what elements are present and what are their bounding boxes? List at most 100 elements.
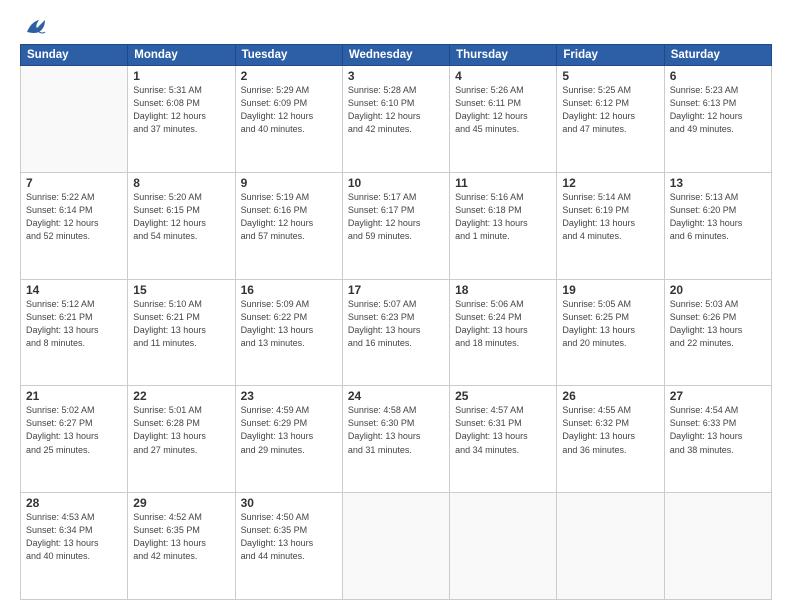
day-number: 4 <box>455 69 551 83</box>
day-number: 13 <box>670 176 766 190</box>
weekday-header-saturday: Saturday <box>664 45 771 66</box>
day-info: Sunrise: 5:20 AMSunset: 6:15 PMDaylight:… <box>133 191 229 243</box>
day-number: 8 <box>133 176 229 190</box>
day-cell: 15Sunrise: 5:10 AMSunset: 6:21 PMDayligh… <box>128 279 235 386</box>
day-info: Sunrise: 5:09 AMSunset: 6:22 PMDaylight:… <box>241 298 337 350</box>
day-info: Sunrise: 5:05 AMSunset: 6:25 PMDaylight:… <box>562 298 658 350</box>
day-cell: 10Sunrise: 5:17 AMSunset: 6:17 PMDayligh… <box>342 172 449 279</box>
day-cell <box>342 493 449 600</box>
day-cell: 29Sunrise: 4:52 AMSunset: 6:35 PMDayligh… <box>128 493 235 600</box>
week-row-2: 14Sunrise: 5:12 AMSunset: 6:21 PMDayligh… <box>21 279 772 386</box>
day-number: 2 <box>241 69 337 83</box>
day-info: Sunrise: 4:50 AMSunset: 6:35 PMDaylight:… <box>241 511 337 563</box>
day-cell: 9Sunrise: 5:19 AMSunset: 6:16 PMDaylight… <box>235 172 342 279</box>
day-info: Sunrise: 5:01 AMSunset: 6:28 PMDaylight:… <box>133 404 229 456</box>
day-number: 18 <box>455 283 551 297</box>
logo-bird-icon <box>25 18 47 36</box>
day-number: 12 <box>562 176 658 190</box>
day-number: 7 <box>26 176 122 190</box>
day-number: 5 <box>562 69 658 83</box>
day-info: Sunrise: 5:14 AMSunset: 6:19 PMDaylight:… <box>562 191 658 243</box>
day-info: Sunrise: 5:10 AMSunset: 6:21 PMDaylight:… <box>133 298 229 350</box>
week-row-0: 1Sunrise: 5:31 AMSunset: 6:08 PMDaylight… <box>21 66 772 173</box>
day-cell: 27Sunrise: 4:54 AMSunset: 6:33 PMDayligh… <box>664 386 771 493</box>
day-number: 17 <box>348 283 444 297</box>
weekday-header-thursday: Thursday <box>450 45 557 66</box>
weekday-header-wednesday: Wednesday <box>342 45 449 66</box>
day-info: Sunrise: 4:59 AMSunset: 6:29 PMDaylight:… <box>241 404 337 456</box>
day-cell: 30Sunrise: 4:50 AMSunset: 6:35 PMDayligh… <box>235 493 342 600</box>
day-info: Sunrise: 5:16 AMSunset: 6:18 PMDaylight:… <box>455 191 551 243</box>
day-number: 23 <box>241 389 337 403</box>
day-number: 24 <box>348 389 444 403</box>
day-number: 14 <box>26 283 122 297</box>
logo-text <box>20 18 47 36</box>
day-info: Sunrise: 5:12 AMSunset: 6:21 PMDaylight:… <box>26 298 122 350</box>
day-info: Sunrise: 4:57 AMSunset: 6:31 PMDaylight:… <box>455 404 551 456</box>
day-info: Sunrise: 5:22 AMSunset: 6:14 PMDaylight:… <box>26 191 122 243</box>
week-row-1: 7Sunrise: 5:22 AMSunset: 6:14 PMDaylight… <box>21 172 772 279</box>
day-info: Sunrise: 4:55 AMSunset: 6:32 PMDaylight:… <box>562 404 658 456</box>
day-info: Sunrise: 5:07 AMSunset: 6:23 PMDaylight:… <box>348 298 444 350</box>
day-number: 16 <box>241 283 337 297</box>
weekday-header-sunday: Sunday <box>21 45 128 66</box>
weekday-header-tuesday: Tuesday <box>235 45 342 66</box>
day-cell: 3Sunrise: 5:28 AMSunset: 6:10 PMDaylight… <box>342 66 449 173</box>
day-number: 15 <box>133 283 229 297</box>
day-number: 21 <box>26 389 122 403</box>
logo <box>20 18 47 36</box>
day-cell: 22Sunrise: 5:01 AMSunset: 6:28 PMDayligh… <box>128 386 235 493</box>
day-info: Sunrise: 5:23 AMSunset: 6:13 PMDaylight:… <box>670 84 766 136</box>
day-number: 6 <box>670 69 766 83</box>
week-row-3: 21Sunrise: 5:02 AMSunset: 6:27 PMDayligh… <box>21 386 772 493</box>
day-number: 10 <box>348 176 444 190</box>
day-cell: 1Sunrise: 5:31 AMSunset: 6:08 PMDaylight… <box>128 66 235 173</box>
day-info: Sunrise: 5:02 AMSunset: 6:27 PMDaylight:… <box>26 404 122 456</box>
day-info: Sunrise: 5:31 AMSunset: 6:08 PMDaylight:… <box>133 84 229 136</box>
day-info: Sunrise: 5:25 AMSunset: 6:12 PMDaylight:… <box>562 84 658 136</box>
day-cell: 26Sunrise: 4:55 AMSunset: 6:32 PMDayligh… <box>557 386 664 493</box>
day-info: Sunrise: 5:28 AMSunset: 6:10 PMDaylight:… <box>348 84 444 136</box>
day-cell: 13Sunrise: 5:13 AMSunset: 6:20 PMDayligh… <box>664 172 771 279</box>
day-info: Sunrise: 4:52 AMSunset: 6:35 PMDaylight:… <box>133 511 229 563</box>
day-number: 29 <box>133 496 229 510</box>
day-info: Sunrise: 4:58 AMSunset: 6:30 PMDaylight:… <box>348 404 444 456</box>
weekday-header-friday: Friday <box>557 45 664 66</box>
week-row-4: 28Sunrise: 4:53 AMSunset: 6:34 PMDayligh… <box>21 493 772 600</box>
day-cell: 12Sunrise: 5:14 AMSunset: 6:19 PMDayligh… <box>557 172 664 279</box>
day-cell: 16Sunrise: 5:09 AMSunset: 6:22 PMDayligh… <box>235 279 342 386</box>
day-number: 25 <box>455 389 551 403</box>
day-cell: 2Sunrise: 5:29 AMSunset: 6:09 PMDaylight… <box>235 66 342 173</box>
day-number: 30 <box>241 496 337 510</box>
day-cell: 5Sunrise: 5:25 AMSunset: 6:12 PMDaylight… <box>557 66 664 173</box>
weekday-header-monday: Monday <box>128 45 235 66</box>
day-info: Sunrise: 5:29 AMSunset: 6:09 PMDaylight:… <box>241 84 337 136</box>
day-cell: 14Sunrise: 5:12 AMSunset: 6:21 PMDayligh… <box>21 279 128 386</box>
day-number: 9 <box>241 176 337 190</box>
day-cell <box>664 493 771 600</box>
day-cell: 25Sunrise: 4:57 AMSunset: 6:31 PMDayligh… <box>450 386 557 493</box>
day-cell: 19Sunrise: 5:05 AMSunset: 6:25 PMDayligh… <box>557 279 664 386</box>
day-cell <box>450 493 557 600</box>
day-info: Sunrise: 5:06 AMSunset: 6:24 PMDaylight:… <box>455 298 551 350</box>
day-number: 27 <box>670 389 766 403</box>
day-number: 19 <box>562 283 658 297</box>
page: SundayMondayTuesdayWednesdayThursdayFrid… <box>0 0 792 612</box>
day-number: 26 <box>562 389 658 403</box>
day-cell: 6Sunrise: 5:23 AMSunset: 6:13 PMDaylight… <box>664 66 771 173</box>
day-cell: 28Sunrise: 4:53 AMSunset: 6:34 PMDayligh… <box>21 493 128 600</box>
header <box>20 18 772 36</box>
weekday-header-row: SundayMondayTuesdayWednesdayThursdayFrid… <box>21 45 772 66</box>
day-cell: 23Sunrise: 4:59 AMSunset: 6:29 PMDayligh… <box>235 386 342 493</box>
day-cell: 11Sunrise: 5:16 AMSunset: 6:18 PMDayligh… <box>450 172 557 279</box>
day-info: Sunrise: 5:03 AMSunset: 6:26 PMDaylight:… <box>670 298 766 350</box>
day-info: Sunrise: 5:17 AMSunset: 6:17 PMDaylight:… <box>348 191 444 243</box>
day-number: 22 <box>133 389 229 403</box>
day-number: 1 <box>133 69 229 83</box>
day-cell: 20Sunrise: 5:03 AMSunset: 6:26 PMDayligh… <box>664 279 771 386</box>
day-number: 20 <box>670 283 766 297</box>
day-number: 28 <box>26 496 122 510</box>
day-cell: 18Sunrise: 5:06 AMSunset: 6:24 PMDayligh… <box>450 279 557 386</box>
day-info: Sunrise: 4:53 AMSunset: 6:34 PMDaylight:… <box>26 511 122 563</box>
day-number: 3 <box>348 69 444 83</box>
